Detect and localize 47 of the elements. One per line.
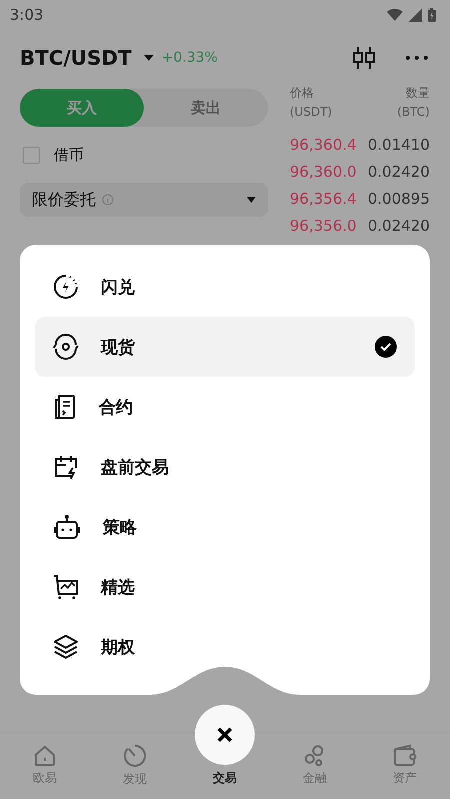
ask-amount: 0.02420 [368,162,430,180]
more-icon[interactable] [406,56,428,60]
lightning-icon [53,274,79,300]
ask-price: 96,356.0 [290,216,357,234]
checkbox[interactable] [23,146,40,164]
menu-item[interactable]: 精选 [35,557,415,617]
column-header: 数量 [406,85,430,102]
menu-item[interactable]: 合约 [35,377,415,437]
cycle-icon [53,334,79,360]
signal-icon [409,8,422,22]
info-icon [102,194,114,206]
wallet-icon [393,745,417,767]
menu-item[interactable]: 盘前交易 [35,437,415,497]
menu-item[interactable]: 现货 [35,317,415,377]
calendar-bolt-icon [53,454,79,480]
robot-icon [53,514,81,540]
document-icon [53,394,77,420]
ask-price: 96,360.0 [290,162,357,180]
wifi-icon [387,9,403,21]
dial-icon [123,744,147,768]
layers-icon [53,634,79,660]
caret-icon [247,197,256,203]
menu-item[interactable]: 闪兑 [35,257,415,317]
ask-amount: 0.02420 [368,216,430,234]
pair-title[interactable]: BTC/USDT [20,46,132,70]
ask-amount: 0.01410 [368,136,430,154]
column-unit: (BTC) [397,105,430,119]
borrow-label: 借币 [54,146,84,164]
order-type-select[interactable]: 限价委托 [20,183,268,217]
caret-icon[interactable] [144,54,154,60]
menu-item[interactable]: 策略 [35,497,415,557]
ask-price: 96,356.4 [290,190,357,208]
home-icon [34,745,56,767]
bubbles-icon [304,745,326,767]
status-time: 3:03 [10,6,44,24]
cart-chart-icon [53,574,79,600]
column-header: 价格 [290,85,315,102]
nav-tab[interactable]: 交易 [213,770,237,787]
battery-icon [428,8,436,22]
ask-amount: 0.00895 [368,190,430,208]
candlestick-icon[interactable] [352,46,376,68]
column-unit: (USDT) [290,105,332,119]
check-icon [375,336,397,358]
ask-price: 96,360.4 [290,136,357,154]
price-change: +0.33% [162,50,218,66]
menu-item[interactable]: 期权 [35,617,415,677]
close-icon [217,727,233,743]
